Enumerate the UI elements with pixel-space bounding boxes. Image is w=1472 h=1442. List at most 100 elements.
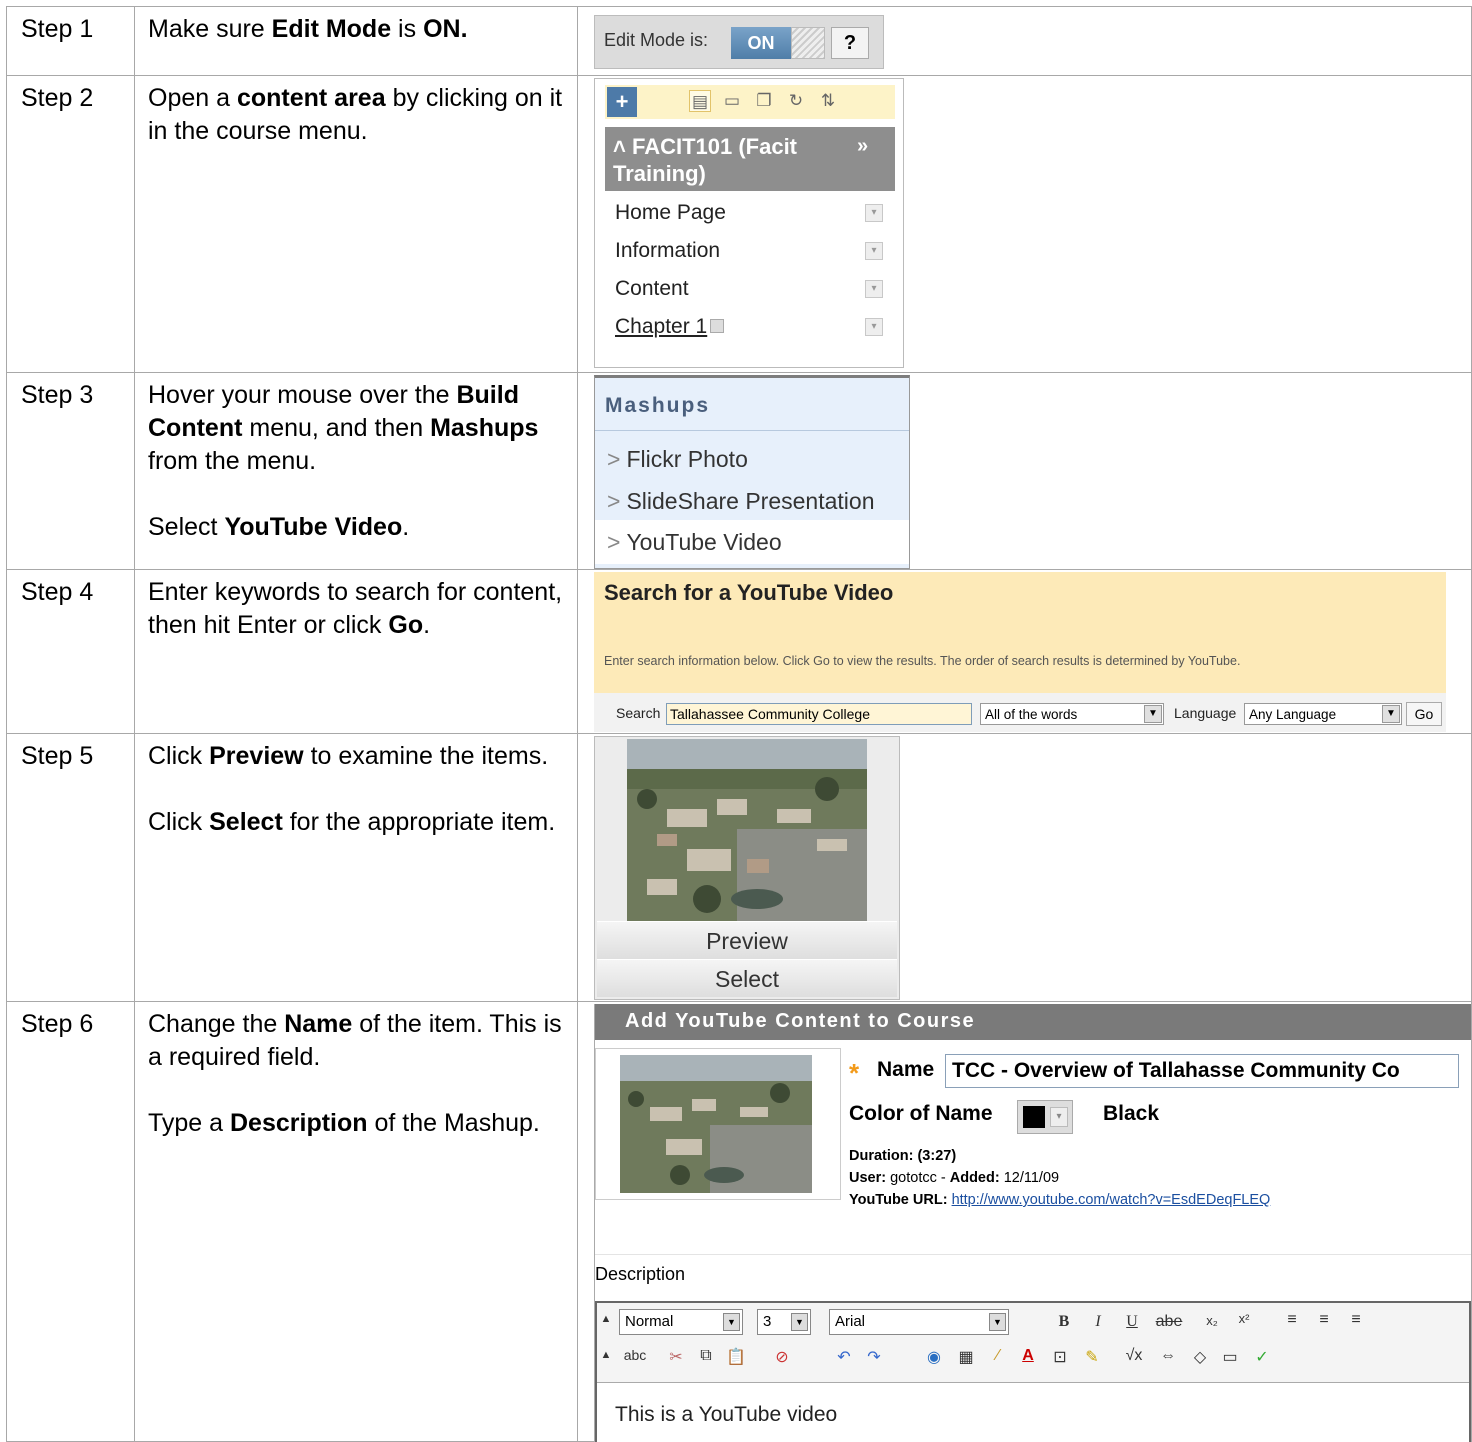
edit-mode-on-button[interactable]: ON — [731, 27, 791, 59]
description-text[interactable]: This is a YouTube video — [615, 1403, 837, 1427]
youtube-search-panel: Search for a YouTube Video Enter search … — [594, 572, 1446, 732]
italic-icon[interactable]: I — [1087, 1313, 1109, 1331]
instruction-keyword: ON. — [423, 15, 468, 43]
language-select[interactable]: Any Language ▼ — [1244, 703, 1402, 725]
align-left-icon[interactable]: ≡ — [1281, 1311, 1303, 1329]
align-right-icon[interactable]: ≡ — [1345, 1311, 1367, 1329]
name-input[interactable]: TCC - Overview of Tallahasse Community C… — [945, 1054, 1459, 1088]
superscript-icon[interactable]: x² — [1233, 1311, 1255, 1326]
instruction-keyword: YouTube Video — [224, 513, 403, 541]
format-select[interactable]: Normal ▼ — [619, 1309, 743, 1335]
select-button[interactable]: Select — [597, 959, 897, 997]
subscript-icon[interactable]: x₂ — [1201, 1313, 1223, 1328]
course-menu-item-chapter-1[interactable]: Chapter 1 — [615, 315, 707, 339]
copy-icon[interactable]: ⧉ — [695, 1347, 717, 1365]
table-icon[interactable]: ▦ — [955, 1347, 977, 1367]
step-label: Step 6 — [6, 1001, 135, 1442]
undo-icon[interactable]: ↶ — [833, 1347, 855, 1367]
spellcheck-icon[interactable]: abc — [619, 1347, 651, 1363]
editor-toolbar: ▲ Normal ▼ 3 ▼ Arial ▼ B I U abe x₂ x² ≡ ≡ … — [597, 1303, 1469, 1383]
instruction-keyword: Go — [388, 611, 424, 639]
new-window-icon[interactable]: ❐ — [753, 90, 775, 112]
mashup-icon[interactable]: ⇔ — [1157, 1347, 1179, 1365]
description-editor: ▲ Normal ▼ 3 ▼ Arial ▼ B I U abe x₂ x² ≡ ≡ … — [595, 1301, 1471, 1442]
instruction-paragraph: Make sure Edit Mode is ON. — [148, 13, 569, 46]
folder-view-icon[interactable]: ▭ — [721, 90, 743, 112]
link-globe-icon[interactable]: ◉ — [923, 1347, 945, 1367]
fullscreen-icon[interactable]: ▭ — [1219, 1347, 1241, 1367]
collapse-toolbar-icon[interactable]: ▲ — [599, 1313, 613, 1325]
collapse-menu-icon[interactable]: » — [857, 135, 868, 158]
instruction-text: . — [423, 611, 431, 639]
course-menu-item-home-page[interactable]: Home Page — [615, 201, 726, 225]
course-menu-toolbar: + ▤ ▭ ❐ ↻ ⇅ — [605, 85, 895, 119]
menu-item-flickr-photo[interactable]: > Flickr Photo — [607, 446, 748, 473]
course-menu-item-information[interactable]: Information — [615, 239, 720, 263]
instruction-paragraph: Click Preview to examine the items. — [148, 740, 569, 773]
instruction-keyword: Edit Mode — [271, 15, 392, 43]
check-icon[interactable]: ✓ — [1251, 1347, 1273, 1367]
dropdown-arrow-icon: ▼ — [723, 1313, 740, 1331]
course-menu-item-content[interactable]: Content — [615, 277, 689, 301]
user-label: User: — [849, 1170, 887, 1186]
instruction-text: Enter keywords to search for content, th… — [148, 578, 563, 639]
chevron-down-icon[interactable]: ▾ — [865, 204, 883, 222]
add-menu-item-icon[interactable]: + — [607, 87, 637, 117]
highlight-icon[interactable]: ✎ — [1081, 1347, 1103, 1367]
color-picker[interactable]: ▾ — [1017, 1100, 1073, 1134]
bold-icon[interactable]: B — [1053, 1313, 1075, 1331]
step-screenshot: Search for a YouTube Video Enter search … — [577, 569, 1472, 734]
help-button[interactable]: ? — [831, 27, 869, 59]
collapse-toolbar-icon[interactable]: ▲ — [599, 1349, 613, 1361]
list-view-icon[interactable]: ▤ — [689, 90, 711, 112]
font-size-value: 3 — [763, 1313, 772, 1330]
color-of-name-label: Color of Name — [849, 1102, 993, 1125]
match-type-select[interactable]: All of the words ▼ — [980, 703, 1164, 725]
course-title[interactable]: ˄ FACIT101 (Facit Training) — [613, 133, 843, 187]
go-button[interactable]: Go — [1406, 702, 1442, 726]
hidden-item-icon — [710, 319, 724, 333]
strikethrough-icon[interactable]: abe — [1153, 1313, 1185, 1331]
font-family-select[interactable]: Arial ▼ — [829, 1309, 1009, 1335]
cut-icon[interactable]: ✂ — [665, 1347, 687, 1367]
edit-mode-off-slot[interactable] — [791, 27, 825, 59]
paste-icon[interactable]: 📋 — [725, 1347, 747, 1367]
font-size-select[interactable]: 3 ▼ — [757, 1309, 811, 1335]
redo-icon[interactable]: ↷ — [863, 1347, 885, 1367]
video-thumbnail — [620, 1055, 812, 1193]
chevron-down-icon[interactable]: ▾ — [865, 280, 883, 298]
instruction-paragraph: Click Select for the appropriate item. — [148, 806, 569, 839]
html-code-icon[interactable]: ◇ — [1189, 1347, 1211, 1367]
search-instructions: Enter search information below. Click Go… — [604, 654, 1241, 668]
chevron-down-icon[interactable]: ▾ — [865, 242, 883, 260]
equation-icon[interactable]: √x — [1123, 1347, 1145, 1365]
media-icon[interactable]: ⊡ — [1049, 1347, 1071, 1367]
instruction-paragraph: Enter keywords to search for content, th… — [148, 576, 569, 642]
edit-mode-toggle[interactable]: Edit Mode is: ON ? — [594, 15, 884, 69]
chevron-right-icon: > — [607, 446, 621, 472]
unlink-icon[interactable]: ⊘ — [771, 1347, 793, 1367]
draw-icon[interactable]: ∕ — [987, 1347, 1009, 1365]
user-line: User: gototcc - Added: 12/11/09 — [849, 1170, 1060, 1186]
thumbnail-frame — [595, 1048, 841, 1200]
menu-item-slideshare[interactable]: > SlideShare Presentation — [607, 488, 875, 515]
course-menu-header: ˄ FACIT101 (Facit Training) » — [605, 127, 895, 191]
instruction-paragraph: Select YouTube Video. — [148, 511, 569, 544]
url-line: YouTube URL: http://www.youtube.com/watc… — [849, 1192, 1270, 1208]
chevron-down-icon[interactable]: ▾ — [865, 318, 883, 336]
align-center-icon[interactable]: ≡ — [1313, 1311, 1335, 1329]
refresh-icon[interactable]: ↻ — [785, 90, 807, 112]
youtube-url-link[interactable]: http://www.youtube.com/watch?v=EsdEDeqFL… — [952, 1192, 1271, 1208]
search-input[interactable]: Tallahassee Community College — [666, 703, 972, 725]
dropdown-arrow-icon: ▼ — [791, 1313, 808, 1331]
divider — [595, 1254, 1471, 1255]
preview-button[interactable]: Preview — [597, 921, 897, 959]
instruction-text: to examine the items. — [303, 742, 549, 770]
underline-icon[interactable]: U — [1121, 1313, 1143, 1331]
text-color-icon[interactable]: A — [1017, 1347, 1039, 1365]
campus-aerial-thumbnail — [627, 739, 867, 921]
menu-item-youtube-video[interactable]: > YouTube Video — [595, 520, 909, 564]
instruction-text: . — [402, 513, 410, 541]
reorder-icon[interactable]: ⇅ — [817, 90, 839, 112]
instruction-text: Open a — [148, 84, 237, 112]
